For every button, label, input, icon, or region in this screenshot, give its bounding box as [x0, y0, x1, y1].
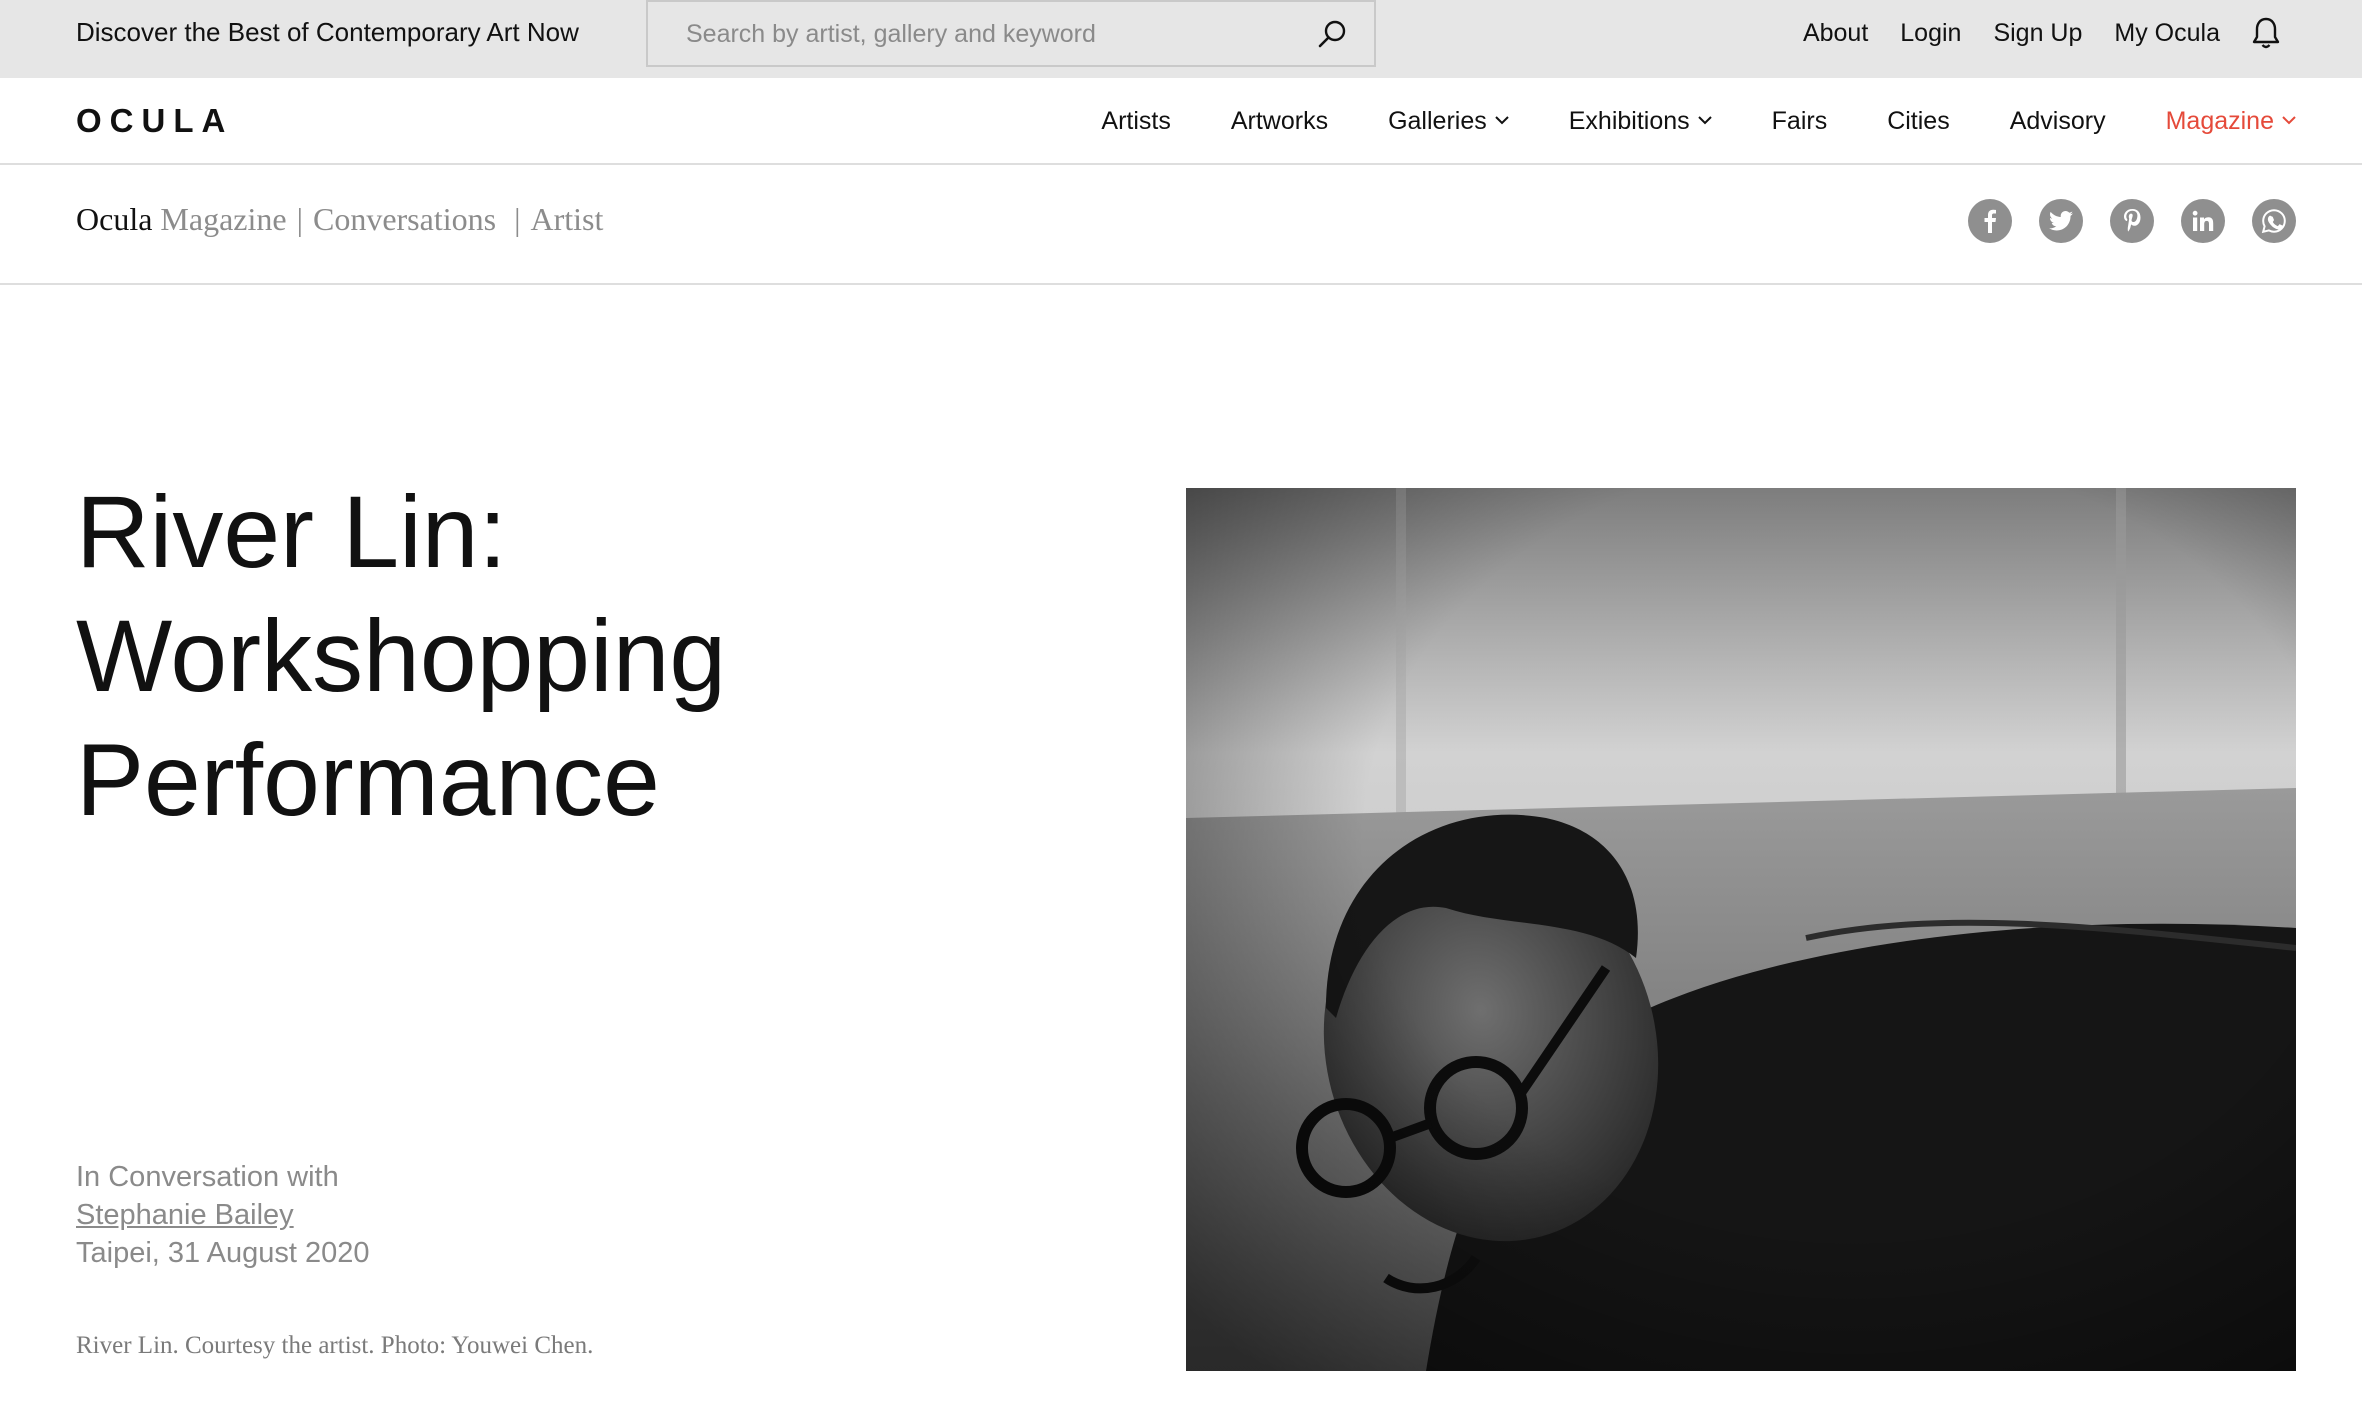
nav-item-label: Fairs	[1771, 107, 1828, 135]
nav-item-advisory[interactable]: Advisory	[2010, 107, 2106, 136]
article-intro: In Conversation with	[76, 1161, 339, 1193]
my-ocula-link[interactable]: My Ocula	[2114, 19, 2220, 48]
notification-bell-icon[interactable]	[2250, 16, 2282, 50]
breadcrumb-bar: Ocula Magazine | Conversations | Artist	[0, 165, 2362, 285]
nav-item-artists[interactable]: Artists	[1101, 107, 1170, 136]
share-buttons	[1941, 199, 2296, 243]
article-place-date: Taipei, 31 August 2020	[76, 1237, 370, 1269]
breadcrumb: Ocula Magazine | Conversations | Artist	[76, 199, 603, 239]
sign-up-link[interactable]: Sign Up	[1993, 19, 2082, 48]
chevron-down-icon	[1697, 115, 1712, 124]
login-link[interactable]: Login	[1900, 19, 1961, 48]
article-title-line: Performance	[76, 723, 660, 837]
hero-photo	[1186, 488, 2296, 1371]
breadcrumb-separator: |	[296, 201, 303, 237]
account-links: About Login Sign Up My Ocula	[1771, 0, 2282, 66]
author-link[interactable]: Stephanie Bailey	[76, 1196, 369, 1234]
article-title: River Lin: Workshopping Performance	[76, 470, 1076, 842]
search-box[interactable]	[646, 0, 1376, 67]
breadcrumb-separator: |	[514, 201, 521, 237]
breadcrumb-conversations[interactable]: Conversations	[313, 201, 496, 237]
photo-caption: River Lin. Courtesy the artist. Photo: Y…	[76, 1332, 594, 1359]
about-link[interactable]: About	[1803, 19, 1868, 48]
nav-item-label: Galleries	[1388, 107, 1487, 135]
nav-item-label: Cities	[1887, 107, 1950, 135]
nav-item-label: Magazine	[2165, 107, 2274, 135]
nav-item-label: Artworks	[1230, 107, 1329, 135]
nav-item-label: Exhibitions	[1568, 107, 1690, 135]
pinterest-icon[interactable]	[2110, 199, 2154, 243]
breadcrumb-artist[interactable]: Artist	[530, 201, 603, 237]
linkedin-icon[interactable]	[2181, 199, 2225, 243]
nav-item-artworks[interactable]: Artworks	[1231, 107, 1328, 136]
chevron-down-icon	[1495, 115, 1509, 124]
article-title-line: Workshopping	[76, 599, 727, 713]
main-navigation: OCULA Artists Artworks Galleries Exhibit…	[0, 78, 2362, 165]
article-title-line: River Lin:	[76, 475, 507, 589]
ocula-logo[interactable]: OCULA	[76, 102, 233, 140]
article-meta: In Conversation with Stephanie Bailey Ta…	[76, 1158, 369, 1272]
nav-item-cities[interactable]: Cities	[1887, 107, 1950, 136]
top-utility-bar: Discover the Best of Contemporary Art No…	[0, 0, 2362, 78]
nav-menu: Artists Artworks Galleries Exhibitions F…	[1041, 78, 2296, 165]
twitter-icon[interactable]	[2039, 199, 2083, 243]
nav-item-galleries[interactable]: Galleries	[1388, 107, 1509, 136]
search-icon[interactable]	[1316, 18, 1348, 50]
facebook-icon[interactable]	[1968, 199, 2012, 243]
nav-item-exhibitions[interactable]: Exhibitions	[1569, 107, 1712, 136]
whatsapp-icon[interactable]	[2252, 199, 2296, 243]
nav-item-fairs[interactable]: Fairs	[1772, 107, 1828, 136]
nav-item-label: Artists	[1101, 107, 1171, 135]
search-input[interactable]	[686, 16, 1286, 52]
site-tagline: Discover the Best of Contemporary Art No…	[76, 17, 579, 47]
breadcrumb-brand[interactable]: Ocula	[76, 201, 152, 237]
nav-item-magazine[interactable]: Magazine	[2166, 107, 2296, 136]
nav-item-label: Advisory	[2009, 107, 2106, 135]
chevron-down-icon	[2282, 115, 2296, 124]
breadcrumb-magazine[interactable]: Magazine	[160, 201, 286, 237]
